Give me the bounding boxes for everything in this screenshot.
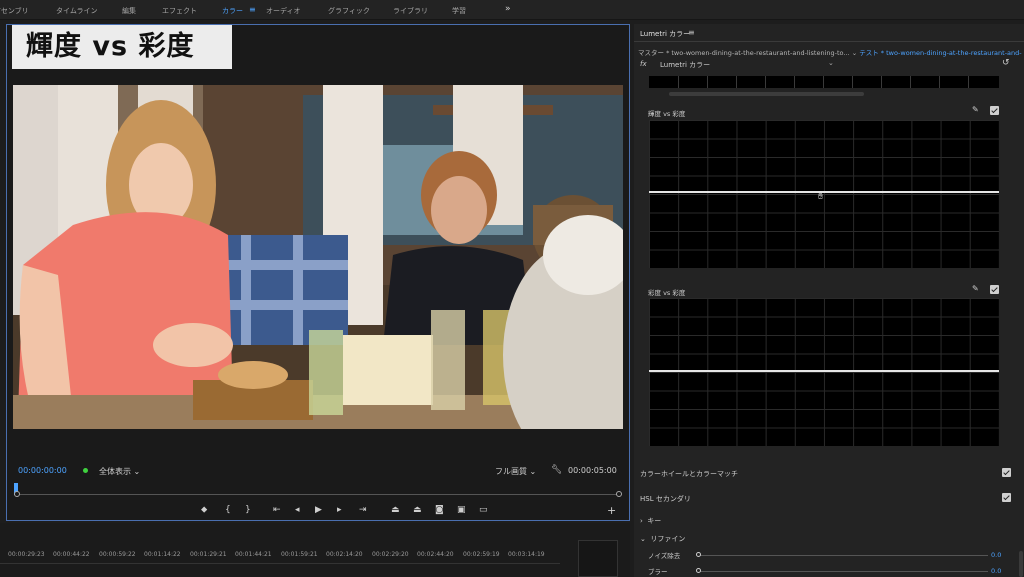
zoom-scroll-right-handle[interactable] <box>616 491 622 497</box>
timeline-tick: 00:00:44:22 <box>53 551 90 558</box>
hue-curve-strip <box>649 76 999 88</box>
source-selector[interactable]: マスター * two-women-dining-at-the-restauran… <box>638 47 1022 57</box>
timeline-tick: 00:02:29:20 <box>372 551 409 558</box>
section-hsl-secondary[interactable]: HSL セカンダリ <box>640 494 691 504</box>
status-dot-icon <box>83 468 88 473</box>
add-button[interactable]: + <box>607 504 616 517</box>
master-clip-label[interactable]: マスター * two-women-dining-at-the-restauran… <box>638 49 850 57</box>
lumetri-color-panel: Lumetri カラー ≡ マスター * two-women-dining-at… <box>634 24 1024 577</box>
curve-line[interactable] <box>649 191 999 193</box>
eyedropper-icon[interactable]: ✎ <box>972 105 979 114</box>
zoom-scroll-bar[interactable] <box>17 494 620 495</box>
comparison-view-icon[interactable]: ▭ <box>479 505 488 515</box>
go-to-in-icon[interactable]: ⇤ <box>273 505 281 515</box>
duration-timecode: 00:00:05:00 <box>568 466 617 475</box>
timeline-tick: 00:00:59:22 <box>99 551 136 558</box>
workspace-tab-color[interactable]: カラー <box>222 6 243 16</box>
blur-slider[interactable] <box>698 571 988 572</box>
button-editor-icon[interactable]: ▣ <box>457 505 466 515</box>
chevron-right-icon: › <box>640 517 643 525</box>
chevron-down-icon[interactable]: ⌄ <box>828 59 834 67</box>
video-frame <box>13 85 623 429</box>
go-to-out-icon[interactable]: ⇥ <box>359 505 367 515</box>
out-point-icon[interactable]: } <box>245 505 251 515</box>
blur-value[interactable]: 0.0 <box>991 567 1001 575</box>
audio-meter <box>578 540 618 577</box>
timeline-ruler[interactable]: 00:00:29:23 00:00:44:22 00:00:59:22 00:0… <box>0 523 630 577</box>
key-section-toggle[interactable]: › キー <box>640 516 661 526</box>
timeline-tick: 00:02:14:20 <box>326 551 363 558</box>
workspace-overflow-icon[interactable]: » <box>505 4 511 14</box>
workspace-tab-learn[interactable]: 学習 <box>452 6 466 16</box>
section-enable-checkbox[interactable] <box>1002 493 1011 502</box>
timeline-tick: 00:00:29:23 <box>8 551 45 558</box>
in-point-icon[interactable]: { <box>225 505 231 515</box>
section-color-wheels[interactable]: カラーホイールとカラーマッチ <box>640 469 738 479</box>
blur-slider-knob[interactable] <box>696 568 701 573</box>
curve-scrollbar[interactable] <box>649 92 999 96</box>
panel-title[interactable]: Lumetri カラー <box>640 29 690 39</box>
workspace-tab-timeline[interactable]: タイムライン <box>56 6 98 16</box>
refine-section-label: リファイン <box>650 535 686 543</box>
target-clip-label[interactable]: テスト * two-women-dining-at-the-restaurant… <box>859 49 1022 57</box>
play-icon[interactable]: ▶ <box>315 505 322 515</box>
eyedropper-icon[interactable]: ✎ <box>972 284 979 293</box>
timeline-tick: 00:03:14:19 <box>508 551 545 558</box>
workspace-tab-audio[interactable]: オーディオ <box>266 6 301 16</box>
zoom-scroll-left-handle[interactable] <box>14 491 20 497</box>
step-forward-icon[interactable]: ▸ <box>337 505 342 515</box>
workspace-menu-icon[interactable]: ≡ <box>249 5 256 14</box>
zoom-level-dropdown[interactable]: 全体表示 ⌄ <box>99 466 140 477</box>
key-section-label: キー <box>647 517 662 525</box>
denoise-slider-knob[interactable] <box>696 552 701 557</box>
panel-header: Lumetri カラー ≡ <box>634 24 1024 42</box>
program-monitor: 00:00:00:00 全体表示 ⌄ フル画質 ⌄ 🔧︎ 00:00:05:00… <box>6 24 630 521</box>
settings-wrench-icon[interactable]: 🔧︎ <box>551 465 562 475</box>
workspace-tab-libraries[interactable]: ライブラリ <box>393 6 428 16</box>
curve-label-luma-vs-sat: 輝度 vs 彩度 <box>648 110 686 118</box>
zoom-level-value: 全体表示 <box>99 467 131 476</box>
mouse-cursor-icon: ✋︎ <box>818 192 824 202</box>
curve-line[interactable] <box>649 370 999 372</box>
curve-enable-checkbox[interactable] <box>990 106 999 115</box>
timeline-tick: 00:01:44:21 <box>235 551 272 558</box>
marker-icon[interactable]: ⬥ <box>201 505 207 515</box>
sat-vs-sat-curve-graph[interactable] <box>649 298 999 446</box>
chevron-down-icon: ⌄ <box>640 535 646 543</box>
blur-label: ブラー <box>648 568 668 576</box>
export-frame-icon[interactable]: ◙ <box>435 505 444 515</box>
restaurant-scene-image <box>13 85 623 429</box>
denoise-value[interactable]: 0.0 <box>991 551 1001 559</box>
luma-vs-sat-curve-graph[interactable] <box>649 120 999 268</box>
timeline-tick: 00:01:29:21 <box>190 551 227 558</box>
video-title-overlay: 輝度 vs 彩度 <box>12 25 232 69</box>
extract-icon[interactable]: ⏏ <box>413 505 422 515</box>
refine-section-toggle[interactable]: ⌄ リファイン <box>640 534 685 544</box>
workspace-bar: アセンブリ タイムライン 編集 エフェクト カラー ≡ オーディオ グラフィック… <box>0 0 1024 20</box>
timeline-tick: 00:02:44:20 <box>417 551 454 558</box>
curve-label-sat-vs-sat: 彩度 vs 彩度 <box>648 289 686 297</box>
section-enable-checkbox[interactable] <box>1002 468 1011 477</box>
resolution-value: フル画質 <box>495 467 527 476</box>
timeline-tick: 00:02:59:19 <box>463 551 500 558</box>
denoise-slider[interactable] <box>698 555 988 556</box>
step-back-icon[interactable]: ◂ <box>295 505 300 515</box>
current-timecode[interactable]: 00:00:00:00 <box>18 466 67 475</box>
workspace-tab-assembly[interactable]: アセンブリ <box>0 6 29 16</box>
workspace-tab-effects[interactable]: エフェクト <box>162 6 197 16</box>
reset-icon[interactable]: ↺ <box>1002 58 1010 68</box>
workspace-tab-edit[interactable]: 編集 <box>122 6 136 16</box>
panel-scrollbar[interactable] <box>1019 551 1023 577</box>
timeline-tick: 00:01:14:22 <box>144 551 181 558</box>
timeline-tick: 00:01:59:21 <box>281 551 318 558</box>
workspace-tab-graphics[interactable]: グラフィック <box>328 6 370 16</box>
lift-icon[interactable]: ⏏ <box>391 505 400 515</box>
playback-resolution-dropdown[interactable]: フル画質 ⌄ <box>495 466 536 477</box>
panel-menu-icon[interactable]: ≡ <box>688 28 695 37</box>
effect-name-dropdown[interactable]: Lumetri カラー <box>660 60 710 70</box>
curve-enable-checkbox[interactable] <box>990 285 999 294</box>
fx-icon[interactable]: fx <box>640 60 647 68</box>
denoise-label: ノイズ除去 <box>648 552 681 560</box>
